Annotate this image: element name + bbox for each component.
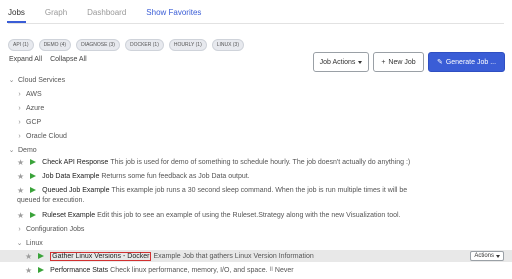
chevron-right-icon: ›	[18, 132, 21, 140]
tag-chip-hourly[interactable]: HOURLY (1)	[168, 39, 207, 51]
wand-icon: ✎	[436, 59, 443, 66]
group-label: Configuration Jobs	[26, 225, 85, 233]
group-label: Linux	[26, 239, 43, 247]
job-description-continuation: queued for execution.	[17, 197, 85, 204]
group-oracle-cloud[interactable]: › Oracle Cloud	[16, 130, 512, 142]
tag-chip-docker[interactable]: DOCKER (1)	[124, 39, 164, 51]
job-name[interactable]: Queued Job Example	[42, 187, 109, 194]
tab-graph[interactable]: Graph	[45, 6, 67, 22]
chevron-down-icon: ⌄	[8, 77, 15, 84]
star-icon[interactable]: ★	[17, 158, 24, 167]
job-row-gather-linux: ★ Gather Linux Versions - Docker Example…	[0, 250, 512, 262]
job-description: Returns some fun feedback as Job Data ou…	[101, 172, 250, 180]
job-actions-dropdown[interactable]: Actions	[470, 251, 504, 261]
play-icon[interactable]	[30, 159, 37, 165]
job-name[interactable]: Gather Linux Versions - Docker	[50, 251, 152, 261]
job-actions-button[interactable]: Job Actions	[313, 52, 369, 72]
group-aws[interactable]: › AWS	[16, 88, 512, 100]
expand-collapse-controls: Expand All Collapse All	[9, 56, 87, 63]
play-icon[interactable]	[30, 212, 37, 218]
job-description: Edit this job to see an example of using…	[97, 211, 401, 219]
group-label: Oracle Cloud	[26, 132, 67, 140]
caret-down-icon	[358, 60, 363, 64]
play-icon[interactable]	[30, 187, 37, 193]
group-label: Azure	[26, 104, 45, 112]
tab-jobs[interactable]: Jobs	[7, 6, 26, 23]
job-name[interactable]: Job Data Example	[42, 173, 99, 180]
chevron-down-icon: ⌄	[16, 240, 23, 247]
group-label: AWS	[26, 90, 42, 98]
pause-icon: II	[269, 267, 273, 273]
group-label: Cloud Services	[18, 76, 66, 84]
star-icon[interactable]: ★	[17, 172, 24, 181]
job-name[interactable]: Performance Stats	[50, 267, 108, 274]
job-description: Check linux performance, memory, I/O, an…	[110, 266, 268, 274]
chevron-right-icon: ›	[18, 90, 21, 98]
generate-job-label: Generate Job ...	[445, 58, 497, 66]
star-icon[interactable]: ★	[25, 252, 32, 261]
play-icon[interactable]	[38, 253, 45, 259]
tag-filter-list: API (1) DEMO (4) DIAGNOSE (3) DOCKER (1)…	[8, 39, 244, 51]
group-cloud-services[interactable]: ⌄ Cloud Services	[8, 74, 512, 86]
tag-chip-linux[interactable]: LINUX (3)	[211, 39, 244, 51]
group-label: GCP	[26, 118, 42, 126]
star-icon[interactable]: ★	[25, 266, 32, 275]
star-icon[interactable]: ★	[17, 211, 24, 220]
job-description: Example Job that gathers Linux Version I…	[153, 252, 314, 260]
new-job-label: New Job	[388, 58, 416, 66]
expand-all-link[interactable]: Expand All	[9, 56, 42, 63]
chevron-right-icon: ›	[18, 225, 21, 233]
group-demo[interactable]: ⌄ Demo	[8, 144, 512, 156]
tag-chip-diagnose[interactable]: DIAGNOSE (3)	[76, 39, 120, 51]
tag-chip-demo[interactable]: DEMO (4)	[38, 39, 72, 51]
chevron-down-icon: ⌄	[8, 147, 15, 154]
job-actions-label: Job Actions	[319, 58, 356, 66]
star-icon[interactable]: ★	[17, 186, 24, 195]
group-configuration-jobs[interactable]: › Configuration Jobs	[16, 223, 512, 235]
tab-bar: Jobs Graph Dashboard Show Favorites	[7, 6, 504, 24]
job-description: This example job runs a 30 second sleep …	[111, 186, 408, 194]
collapse-all-link[interactable]: Collapse All	[50, 56, 87, 63]
chevron-right-icon: ›	[18, 104, 21, 112]
play-icon[interactable]	[38, 267, 45, 273]
group-label: Demo	[18, 146, 37, 154]
new-job-button[interactable]: + New Job	[373, 52, 424, 72]
tag-chip-api[interactable]: API (1)	[8, 39, 34, 51]
group-gcp[interactable]: › GCP	[16, 116, 512, 128]
job-row-queued: ★ Queued Job Example This example job ru…	[17, 184, 512, 196]
tab-dashboard[interactable]: Dashboard	[87, 6, 126, 22]
group-linux[interactable]: ⌄ Linux	[16, 237, 512, 249]
play-icon[interactable]	[30, 173, 37, 179]
caret-down-icon	[496, 254, 500, 258]
chevron-right-icon: ›	[18, 118, 21, 126]
job-row-performance-stats: ★ Performance Stats Check linux performa…	[25, 264, 512, 276]
job-description: This job is used for demo of something t…	[110, 158, 411, 166]
job-row-job-data: ★ Job Data Example Returns some fun feed…	[17, 170, 512, 182]
plus-icon: +	[381, 58, 386, 66]
show-favorites-link[interactable]: Show Favorites	[146, 6, 201, 22]
job-row-check-api: ★ Check API Response This job is used fo…	[17, 156, 512, 168]
generate-job-button[interactable]: ✎ Generate Job ...	[428, 52, 505, 72]
job-row-ruleset: ★ Ruleset Example Edit this job to see a…	[17, 209, 512, 221]
job-name[interactable]: Check API Response	[42, 159, 108, 166]
job-name[interactable]: Ruleset Example	[42, 212, 95, 219]
group-azure[interactable]: › Azure	[16, 102, 512, 114]
schedule-status: Never	[274, 266, 294, 274]
actions-label: Actions	[474, 253, 494, 259]
